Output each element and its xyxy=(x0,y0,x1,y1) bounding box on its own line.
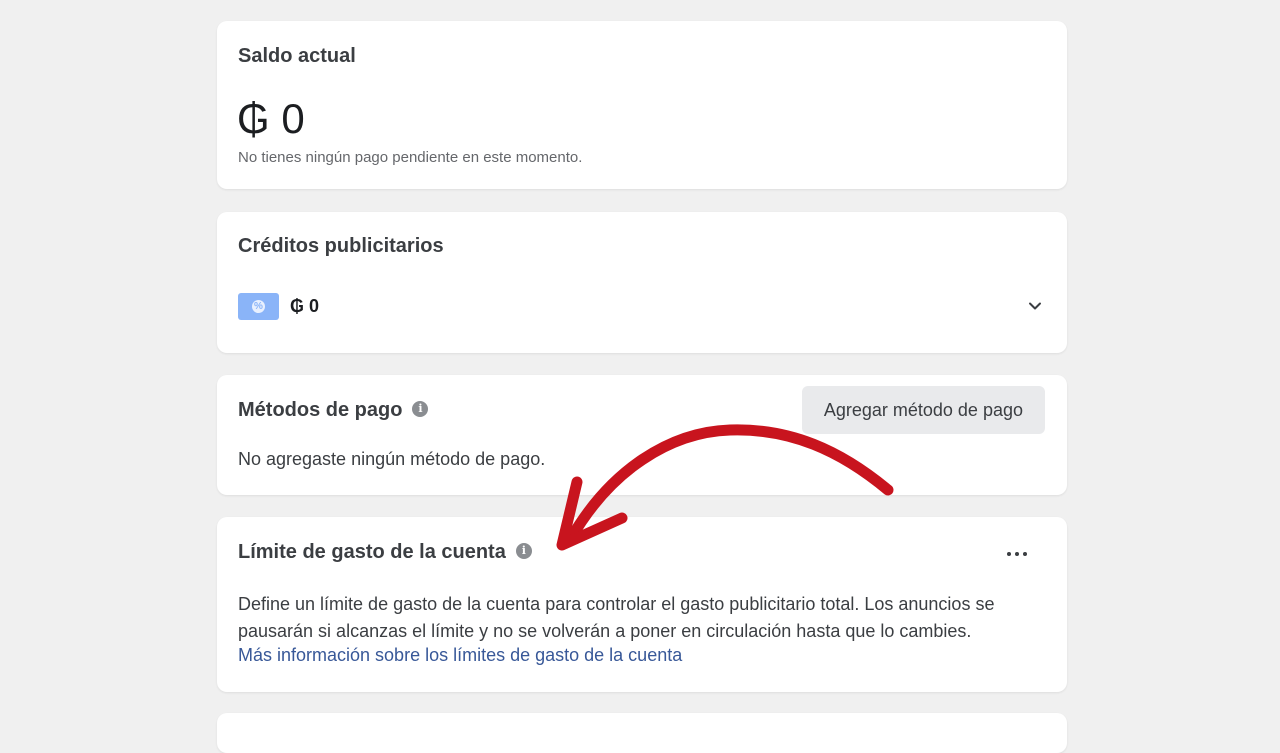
payment-methods-empty-note: No agregaste ningún método de pago. xyxy=(238,449,546,469)
next-card-partial xyxy=(217,713,1067,753)
payment-methods-card: Métodos de pago i Agregar método de pago … xyxy=(217,375,1067,495)
current-balance-note: No tienes ningún pago pendiente en este … xyxy=(238,149,583,166)
payment-methods-title: Métodos de pago i xyxy=(238,399,429,422)
current-balance-amount: ₲ 0 xyxy=(237,95,305,142)
current-balance-title: Saldo actual xyxy=(238,45,356,67)
info-icon[interactable]: i xyxy=(412,400,429,417)
spend-limit-title: Límite de gasto de la cuenta i xyxy=(238,541,532,564)
current-balance-card: Saldo actual ₲ 0 No tienes ningún pago p… xyxy=(217,21,1067,189)
account-spend-limit-card: Límite de gasto de la cuenta i Define un … xyxy=(217,517,1067,692)
add-payment-method-button[interactable]: Agregar método de pago xyxy=(801,386,1045,434)
chevron-down-icon[interactable] xyxy=(1027,298,1043,314)
spend-limit-title-text: Límite de gasto de la cuenta xyxy=(238,541,506,563)
spend-limit-learn-more-link[interactable]: Más información sobre los límites de gas… xyxy=(238,645,682,666)
ad-credits-title: Créditos publicitarios xyxy=(238,235,444,257)
payment-methods-title-text: Métodos de pago xyxy=(238,399,403,421)
ad-credits-card[interactable]: Créditos publicitarios % ₲ 0 xyxy=(217,212,1067,353)
percent-badge-icon: % xyxy=(238,293,279,320)
info-icon[interactable]: i xyxy=(515,542,532,559)
more-options-icon[interactable] xyxy=(997,539,1037,567)
ad-credits-amount: ₲ 0 xyxy=(290,296,320,316)
spend-limit-description: Define un límite de gasto de la cuenta p… xyxy=(238,594,995,641)
